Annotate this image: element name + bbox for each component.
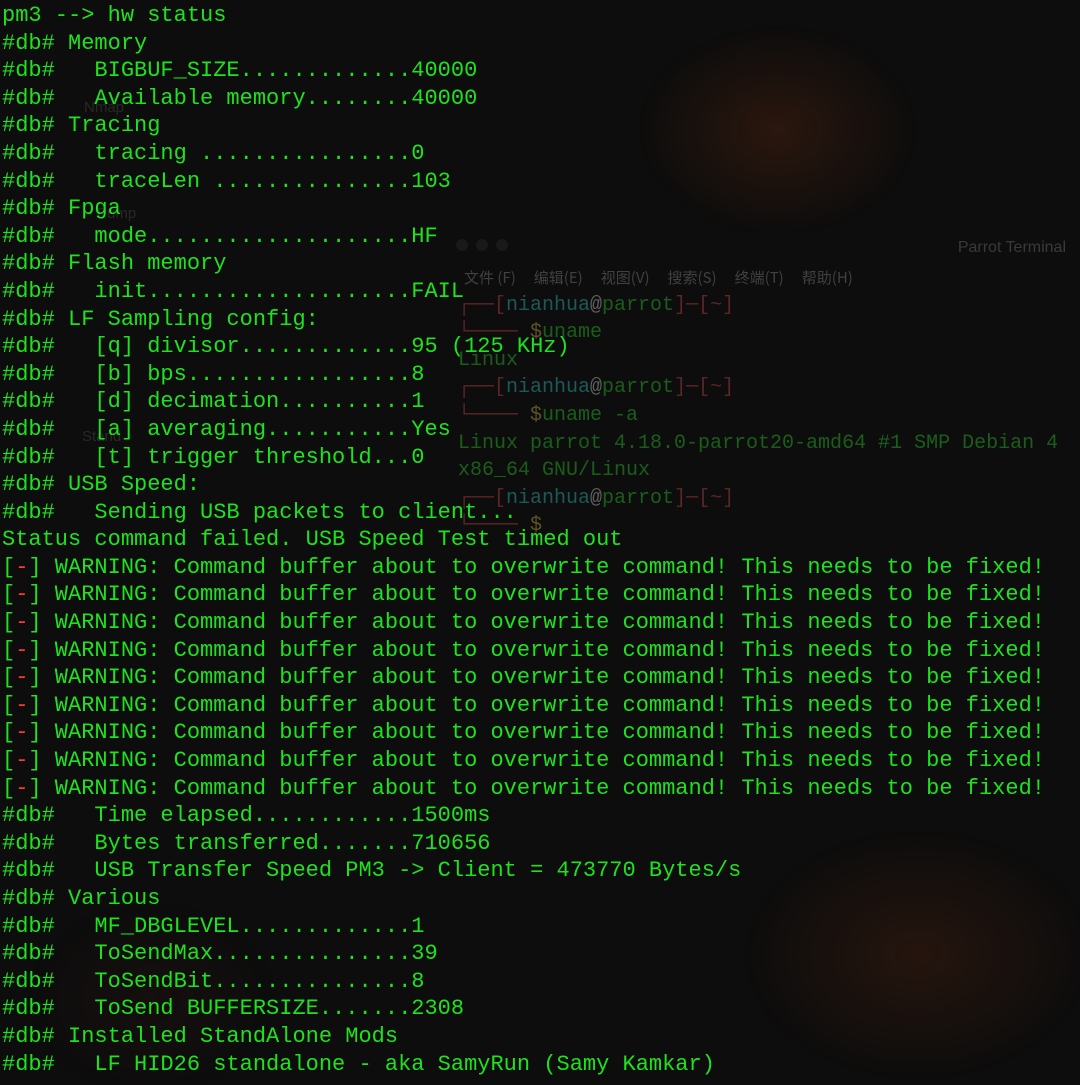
term-line: #db# USB Transfer Speed PM3 -> Client = …	[2, 857, 1045, 885]
term-line: #db# LF HID26 standalone - aka SamyRun (…	[2, 1051, 1045, 1079]
term-line: #db# Bytes transferred.......710656	[2, 830, 1045, 858]
term-line: pm3 --> hw status	[2, 2, 1045, 30]
term-line: #db# ToSendBit...............8	[2, 968, 1045, 996]
term-line: #db# Various	[2, 885, 1045, 913]
term-line: #db# ToSendMax...............39	[2, 940, 1045, 968]
term-line: [-] WARNING: Command buffer about to ove…	[2, 664, 1045, 692]
term-line: #db# [t] trigger threshold...0	[2, 444, 1045, 472]
term-line: #db# mode....................HF	[2, 223, 1045, 251]
term-line: #db# Flash memory	[2, 250, 1045, 278]
term-line: #db# [a] averaging...........Yes	[2, 416, 1045, 444]
term-line: #db# tracing ................0	[2, 140, 1045, 168]
term-line: #db# [q] divisor.............95 (125 KHz…	[2, 333, 1045, 361]
term-line: #db# MF_DBGLEVEL.............1	[2, 913, 1045, 941]
foreground-terminal[interactable]: pm3 --> hw status#db# Memory#db# BIGBUF_…	[2, 2, 1045, 1078]
term-line: #db# Installed StandAlone Mods	[2, 1023, 1045, 1051]
term-line: #db# Time elapsed............1500ms	[2, 802, 1045, 830]
term-line: #db# traceLen ...............103	[2, 168, 1045, 196]
term-line: [-] WARNING: Command buffer about to ove…	[2, 775, 1045, 803]
term-line: #db# init....................FAIL	[2, 278, 1045, 306]
term-line: #db# ToSend BUFFERSIZE.......2308	[2, 995, 1045, 1023]
term-line: #db# Available memory........40000	[2, 85, 1045, 113]
term-line: #db# [d] decimation..........1	[2, 388, 1045, 416]
term-line: #db# [b] bps.................8	[2, 361, 1045, 389]
term-line: #db# Tracing	[2, 112, 1045, 140]
term-line: [-] WARNING: Command buffer about to ove…	[2, 719, 1045, 747]
term-line: [-] WARNING: Command buffer about to ove…	[2, 747, 1045, 775]
term-line: #db# Sending USB packets to client...	[2, 499, 1045, 527]
term-line: #db# BIGBUF_SIZE.............40000	[2, 57, 1045, 85]
term-line: [-] WARNING: Command buffer about to ove…	[2, 637, 1045, 665]
term-line: #db# Memory	[2, 30, 1045, 58]
term-line: #db# LF Sampling config:	[2, 306, 1045, 334]
term-line: [-] WARNING: Command buffer about to ove…	[2, 692, 1045, 720]
term-line: [-] WARNING: Command buffer about to ove…	[2, 581, 1045, 609]
term-line: Status command failed. USB Speed Test ti…	[2, 526, 1045, 554]
term-line: [-] WARNING: Command buffer about to ove…	[2, 554, 1045, 582]
term-line: [-] WARNING: Command buffer about to ove…	[2, 609, 1045, 637]
term-line: #db# USB Speed:	[2, 471, 1045, 499]
term-line: #db# Fpga	[2, 195, 1045, 223]
